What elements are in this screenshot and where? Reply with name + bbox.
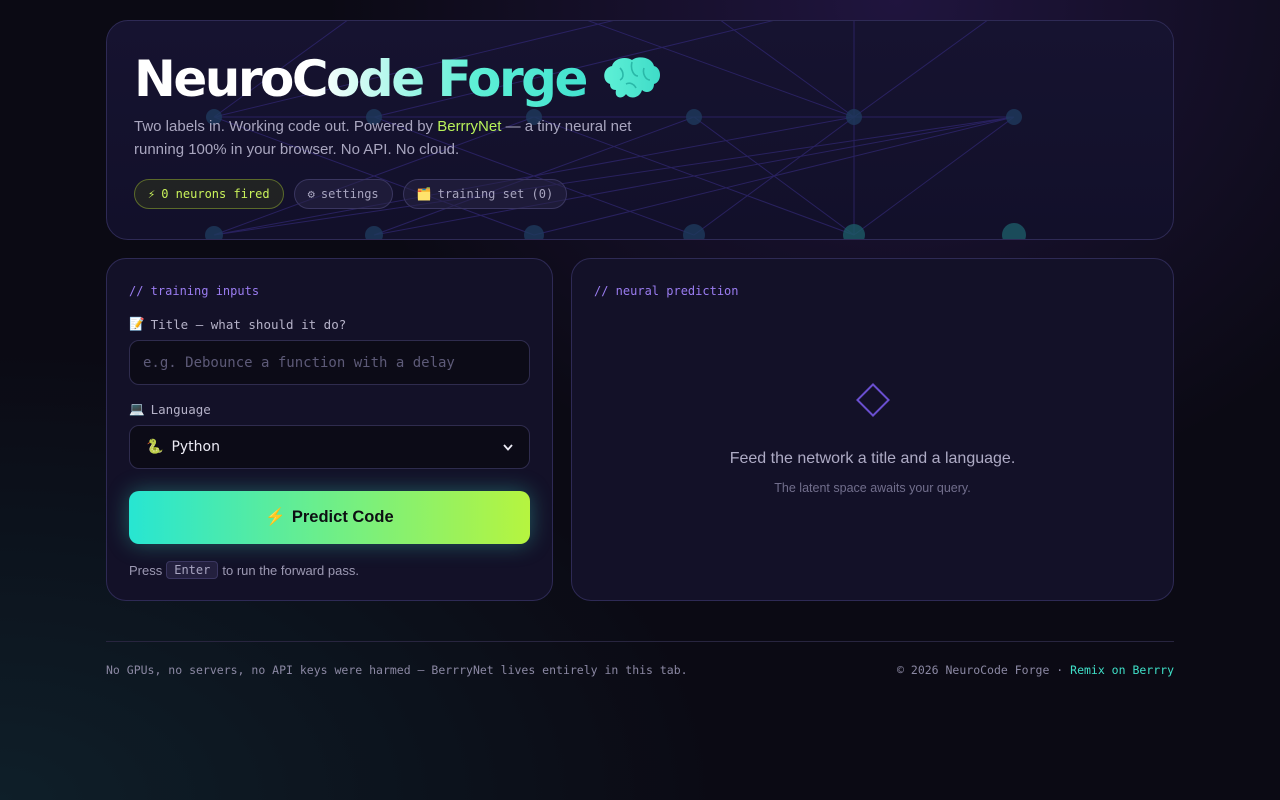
- section-tag: // training inputs: [129, 284, 260, 298]
- snake-icon: 🐍: [146, 439, 164, 455]
- brand-link[interactable]: BerrryNet: [437, 118, 501, 135]
- app-title: NeuroCode Forge: [134, 50, 588, 108]
- brain-icon: [604, 57, 660, 98]
- footer-note: No GPUs, no servers, no API keys were ha…: [106, 663, 688, 677]
- footer-divider: [106, 641, 1174, 642]
- footer: No GPUs, no servers, no API keys were ha…: [106, 663, 1174, 677]
- diamond-icon: [855, 383, 890, 417]
- folder-icon: 🗂️: [416, 187, 432, 201]
- lightning-icon: ⚡: [148, 187, 156, 201]
- chevron-down-icon: [503, 443, 513, 451]
- language-label: 💻 Language: [129, 401, 211, 417]
- section-tag: // neural prediction: [594, 284, 739, 298]
- keyboard-hint: Press Enter to run the forward pass.: [129, 561, 359, 579]
- neurons-fired-pill[interactable]: ⚡ 0 neurons fired: [134, 179, 284, 209]
- title-label: 📝 Title — what should it do?: [129, 316, 347, 332]
- remix-link[interactable]: Remix on Berrry: [1070, 663, 1174, 677]
- title-input[interactable]: [129, 340, 530, 385]
- hero-panel: NeuroCode Forge Two labels in. Working c…: [106, 20, 1174, 240]
- empty-message: Feed the network a title and a language.: [729, 450, 1016, 467]
- laptop-icon: 💻: [129, 401, 145, 416]
- predict-code-button[interactable]: ⚡ Predict Code: [129, 491, 530, 544]
- language-selected-value: Python: [171, 439, 220, 455]
- settings-pill[interactable]: ⚙ settings: [293, 179, 393, 209]
- status-pills: ⚡ 0 neurons fired ⚙ settings 🗂️ training…: [134, 179, 674, 209]
- training-inputs-card: // training inputs 📝 Title — what should…: [106, 258, 553, 601]
- lightning-icon: ⚡: [265, 508, 286, 526]
- gear-icon: ⚙: [307, 187, 315, 201]
- footer-copyright: © 2026 NeuroCode Forge · Remix on Berrry: [897, 663, 1174, 677]
- language-select[interactable]: 🐍 Python: [129, 425, 530, 469]
- empty-state: Feed the network a title and a language.…: [572, 383, 1173, 495]
- hero-subtitle: Two labels in. Working code out. Powered…: [134, 118, 632, 158]
- empty-subtext: The latent space awaits your query.: [774, 481, 971, 495]
- neural-prediction-card: // neural prediction Feed the network a …: [571, 258, 1174, 601]
- enter-key: Enter: [166, 561, 219, 579]
- training-set-pill[interactable]: 🗂️ training set (0): [402, 179, 568, 209]
- memo-icon: 📝: [129, 316, 145, 331]
